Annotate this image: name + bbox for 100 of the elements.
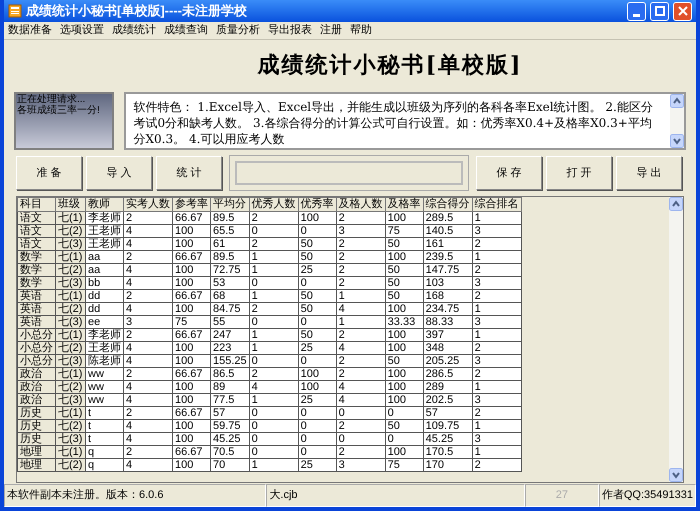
table-cell: 50 bbox=[298, 238, 336, 250]
table-cell: 89.5 bbox=[210, 212, 250, 224]
menu-item[interactable]: 帮助 bbox=[346, 22, 376, 39]
column-header[interactable]: 班级 bbox=[56, 198, 86, 212]
column-header[interactable]: 综合得分 bbox=[423, 198, 472, 212]
table-cell: 50 bbox=[385, 354, 424, 368]
table-cell: 0 bbox=[298, 316, 336, 328]
table-cell: 45.25 bbox=[210, 432, 250, 446]
table-cell: 66.67 bbox=[172, 406, 210, 420]
table-cell: 0 bbox=[385, 406, 424, 420]
toolbar-button[interactable]: 统 计 bbox=[156, 156, 222, 190]
table-cell: 4 bbox=[124, 380, 172, 394]
column-header[interactable]: 参考率 bbox=[172, 198, 210, 212]
table-cell: 75 bbox=[385, 224, 424, 238]
table-cell: 小总分 bbox=[18, 342, 56, 354]
table-cell: 0 bbox=[298, 224, 336, 238]
column-header[interactable]: 及格人数 bbox=[336, 198, 386, 212]
table-cell: 0 bbox=[249, 224, 298, 238]
table-cell: 45.25 bbox=[423, 432, 472, 446]
table-cell: 239.5 bbox=[423, 250, 472, 264]
table-cell: 4 bbox=[124, 354, 172, 368]
column-header[interactable]: 科目 bbox=[18, 198, 56, 212]
toolbar-button[interactable]: 导 入 bbox=[86, 156, 152, 190]
table-cell: 25 bbox=[298, 342, 336, 354]
column-header[interactable]: 实考人数 bbox=[124, 198, 172, 212]
table-cell: 72.75 bbox=[210, 264, 250, 276]
table-cell: 地理 bbox=[18, 446, 56, 458]
table-cell: 语文 bbox=[18, 212, 56, 224]
table-cell: 0 bbox=[249, 354, 298, 368]
table-cell: 4 bbox=[124, 394, 172, 406]
table-cell: 100 bbox=[172, 380, 210, 394]
table-cell: 100 bbox=[172, 238, 210, 250]
column-header[interactable]: 平均分 bbox=[210, 198, 250, 212]
toolbar-button[interactable]: 导 出 bbox=[616, 156, 682, 190]
column-header[interactable]: 综合排名 bbox=[472, 198, 522, 212]
menu-item[interactable]: 数据准备 bbox=[4, 22, 56, 39]
column-header[interactable]: 教师 bbox=[86, 198, 124, 212]
table-cell: dd bbox=[86, 302, 124, 316]
table-cell: 小总分 bbox=[18, 354, 56, 368]
table-cell: 0 bbox=[249, 406, 298, 420]
minimize-button[interactable] bbox=[627, 2, 646, 20]
toolbar-button[interactable]: 准 备 bbox=[16, 156, 82, 190]
menu-item[interactable]: 成绩查询 bbox=[160, 22, 212, 39]
table-cell: 2 bbox=[336, 238, 386, 250]
menu-item[interactable]: 成绩统计 bbox=[108, 22, 160, 39]
table-cell: 75 bbox=[172, 316, 210, 328]
table-cell: 50 bbox=[298, 328, 336, 342]
table-cell: 109.75 bbox=[423, 420, 472, 432]
table-cell: 25 bbox=[298, 458, 336, 472]
close-button[interactable] bbox=[673, 2, 692, 20]
table-cell: 2 bbox=[336, 328, 386, 342]
table-cell: 4 bbox=[124, 276, 172, 290]
scrollbar[interactable] bbox=[670, 94, 684, 148]
column-header[interactable]: 优秀率 bbox=[298, 198, 336, 212]
menu-item[interactable]: 导出报表 bbox=[264, 22, 316, 39]
table-cell: 2 bbox=[336, 368, 386, 380]
status-text: 大.cjb bbox=[266, 484, 525, 507]
maximize-button[interactable] bbox=[650, 2, 669, 20]
table-cell: 100 bbox=[172, 302, 210, 316]
table-cell: aa bbox=[86, 250, 124, 264]
table-cell: 2 bbox=[472, 342, 522, 354]
table-cell: 100 bbox=[172, 276, 210, 290]
menu-item[interactable]: 注册 bbox=[316, 22, 346, 39]
menu-item[interactable]: 选项设置 bbox=[56, 22, 108, 39]
table-cell: 100 bbox=[385, 446, 424, 458]
table-cell: 2 bbox=[472, 264, 522, 276]
toolbar-button[interactable]: 打 开 bbox=[546, 156, 612, 190]
table-cell: 100 bbox=[385, 380, 424, 394]
column-header[interactable]: 及格率 bbox=[385, 198, 424, 212]
scroll-down-icon[interactable] bbox=[670, 134, 684, 148]
table-cell: 1 bbox=[249, 458, 298, 472]
scroll-up-icon[interactable] bbox=[670, 94, 684, 108]
table-cell: 2 bbox=[472, 238, 522, 250]
table-cell: 348 bbox=[423, 342, 472, 354]
table-cell: 50 bbox=[385, 276, 424, 290]
table-cell: 234.75 bbox=[423, 302, 472, 316]
table-cell: 4 bbox=[124, 264, 172, 276]
table-cell: 4 bbox=[124, 224, 172, 238]
table-cell: 100 bbox=[172, 264, 210, 276]
table-cell: 53 bbox=[210, 276, 250, 290]
table-cell: 2 bbox=[249, 302, 298, 316]
table-cell: 2 bbox=[124, 368, 172, 380]
table-cell: 2 bbox=[124, 212, 172, 224]
menu-item[interactable]: 质量分析 bbox=[212, 22, 264, 39]
table-cell: 0 bbox=[298, 432, 336, 446]
scroll-down-icon[interactable] bbox=[669, 468, 683, 482]
table-cell: 4 bbox=[124, 238, 172, 250]
toolbar-button[interactable]: 保 存 bbox=[476, 156, 542, 190]
table-cell: 历史 bbox=[18, 406, 56, 420]
table-cell: 100 bbox=[385, 212, 424, 224]
status-text: 本软件副本未注册。版本：6.0.6 bbox=[4, 484, 266, 507]
table-cell: 100 bbox=[385, 302, 424, 316]
table-cell: 88.33 bbox=[423, 316, 472, 328]
scroll-up-icon[interactable] bbox=[669, 197, 683, 211]
scrollbar[interactable] bbox=[669, 197, 683, 482]
table-cell: 王老师 bbox=[86, 224, 124, 238]
table-cell: 小总分 bbox=[18, 328, 56, 342]
table-cell: t bbox=[86, 432, 124, 446]
column-header[interactable]: 优秀人数 bbox=[249, 198, 298, 212]
table-cell: 1 bbox=[249, 394, 298, 406]
